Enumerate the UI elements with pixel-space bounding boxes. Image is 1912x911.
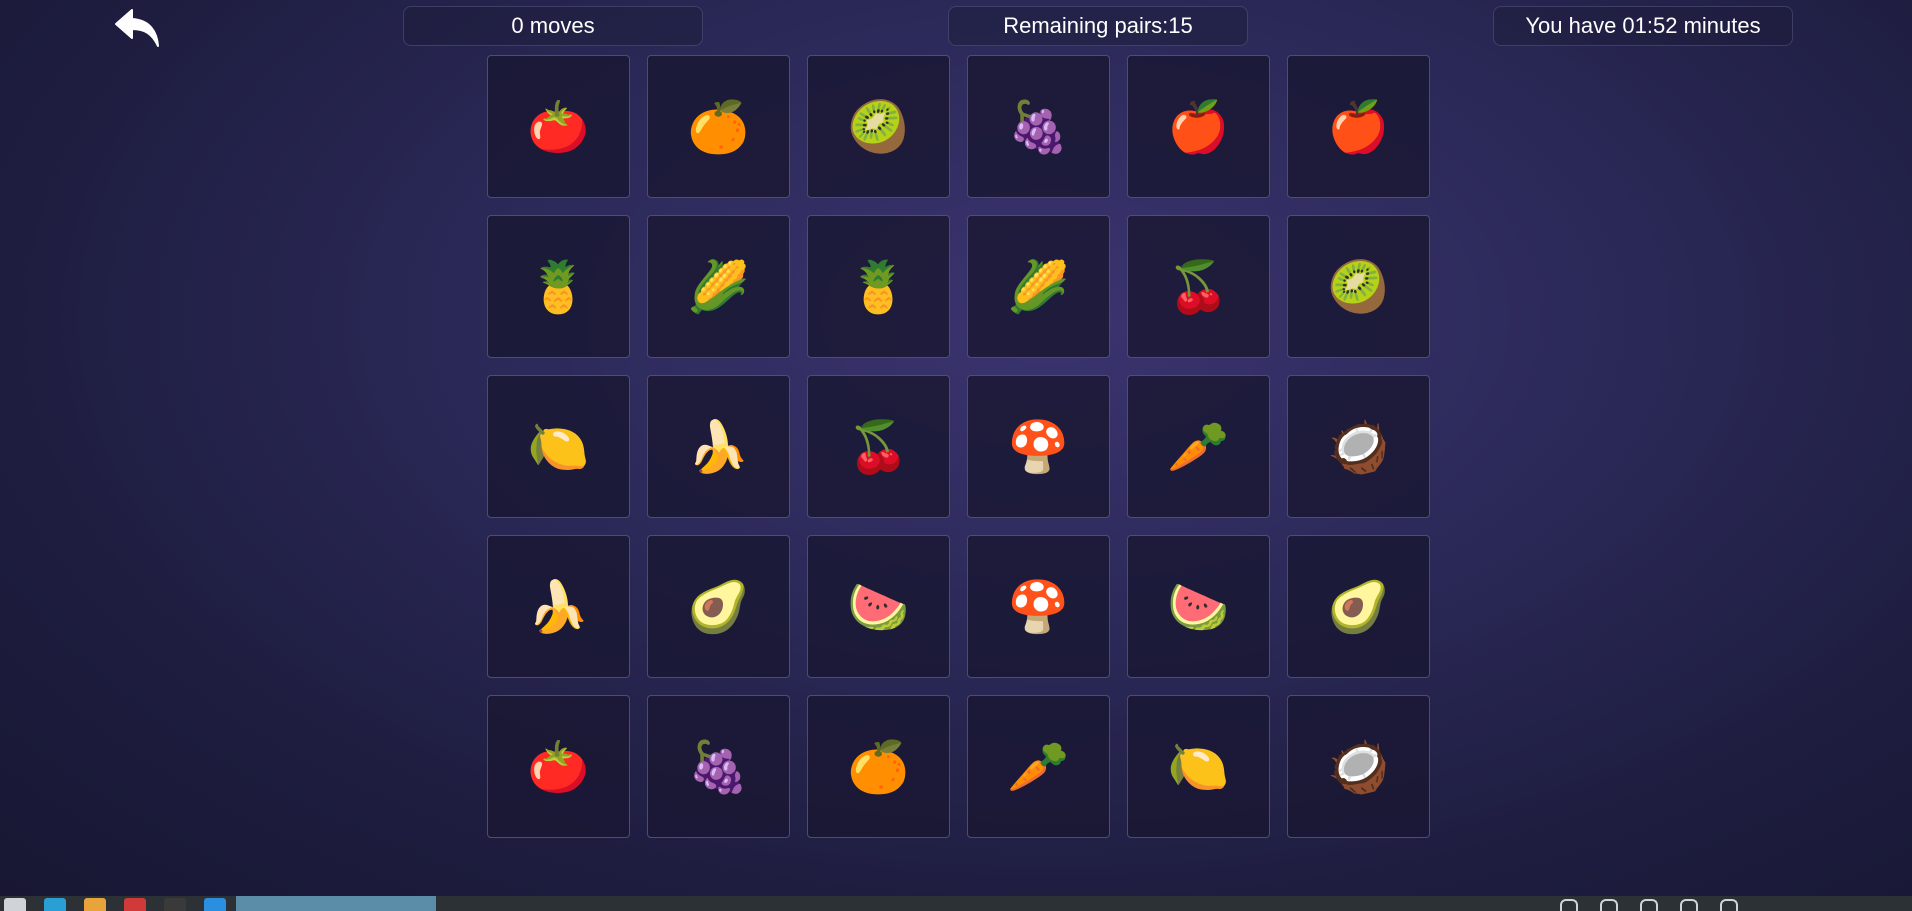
pineapple-icon: 🍍 <box>527 257 590 316</box>
avocado-icon: 🥑 <box>687 577 750 636</box>
coconut-icon: 🥥 <box>1327 737 1390 796</box>
avocado-icon: 🥑 <box>1327 577 1390 636</box>
card-carrot[interactable]: 🥕 <box>967 695 1110 838</box>
remaining-pairs-counter: Remaining pairs:15 <box>948 6 1248 46</box>
watermelon-icon: 🍉 <box>1167 577 1230 636</box>
grapes-icon: 🍇 <box>1007 97 1070 156</box>
apple-icon: 🍎 <box>1167 97 1230 156</box>
card-avocado[interactable]: 🥑 <box>647 535 790 678</box>
battery-icon[interactable] <box>1680 899 1698 911</box>
card-orange[interactable]: 🍊 <box>807 695 950 838</box>
card-kiwi[interactable]: 🥝 <box>1287 215 1430 358</box>
card-banana[interactable]: 🍌 <box>487 535 630 678</box>
card-tomato[interactable]: 🍅 <box>487 55 630 198</box>
grapes-icon: 🍇 <box>687 737 750 796</box>
tomato-icon: 🍅 <box>527 737 590 796</box>
banana-icon: 🍌 <box>527 577 590 636</box>
taskbar-task-active[interactable] <box>236 896 436 911</box>
card-coconut[interactable]: 🥥 <box>1287 695 1430 838</box>
card-avocado[interactable]: 🥑 <box>1287 535 1430 678</box>
terminal-icon[interactable] <box>164 898 186 911</box>
cherries-icon: 🍒 <box>1167 257 1230 316</box>
carrot-icon: 🥕 <box>1007 737 1070 796</box>
card-apple[interactable]: 🍎 <box>1287 55 1430 198</box>
apple-icon: 🍎 <box>1327 97 1390 156</box>
orange-icon: 🍊 <box>847 737 910 796</box>
taskbar-task[interactable] <box>640 896 820 911</box>
browser-icon[interactable] <box>44 898 66 911</box>
cherries-icon: 🍒 <box>847 417 910 476</box>
card-watermelon[interactable]: 🍉 <box>807 535 950 678</box>
mushroom-icon: 🍄 <box>1007 577 1070 636</box>
card-mushroom[interactable]: 🍄 <box>967 535 1110 678</box>
corn-icon: 🌽 <box>687 257 750 316</box>
corn-icon: 🌽 <box>1007 257 1070 316</box>
card-orange[interactable]: 🍊 <box>647 55 790 198</box>
kiwi-icon: 🥝 <box>1327 257 1390 316</box>
tomato-icon: 🍅 <box>527 97 590 156</box>
pineapple-icon: 🍍 <box>847 257 910 316</box>
kiwi-icon: 🥝 <box>847 97 910 156</box>
card-watermelon[interactable]: 🍉 <box>1127 535 1270 678</box>
card-pineapple[interactable]: 🍍 <box>487 215 630 358</box>
back-arrow-icon[interactable] <box>112 4 164 52</box>
card-corn[interactable]: 🌽 <box>967 215 1110 358</box>
card-apple[interactable]: 🍎 <box>1127 55 1270 198</box>
bluetooth-icon[interactable] <box>1600 899 1618 911</box>
lemon-icon: 🍋 <box>1167 737 1230 796</box>
timer-display: You have 01:52 minutes <box>1493 6 1793 46</box>
shield-icon[interactable] <box>1640 899 1658 911</box>
card-kiwi[interactable]: 🥝 <box>807 55 950 198</box>
app-icon[interactable] <box>124 898 146 911</box>
card-coconut[interactable]: 🥥 <box>1287 375 1430 518</box>
banana-icon: 🍌 <box>687 417 750 476</box>
folder-icon[interactable] <box>204 898 226 911</box>
taskbar-task[interactable] <box>440 896 620 911</box>
card-mushroom[interactable]: 🍄 <box>967 375 1110 518</box>
card-tomato[interactable]: 🍅 <box>487 695 630 838</box>
volume-icon[interactable] <box>1720 899 1738 911</box>
card-carrot[interactable]: 🥕 <box>1127 375 1270 518</box>
card-grapes[interactable]: 🍇 <box>647 695 790 838</box>
orange-icon: 🍊 <box>687 97 750 156</box>
card-lemon[interactable]: 🍋 <box>487 375 630 518</box>
moves-counter: 0 moves <box>403 6 703 46</box>
card-grapes[interactable]: 🍇 <box>967 55 1110 198</box>
mushroom-icon: 🍄 <box>1007 417 1070 476</box>
watermelon-icon: 🍉 <box>847 577 910 636</box>
carrot-icon: 🥕 <box>1167 417 1230 476</box>
card-pineapple[interactable]: 🍍 <box>807 215 950 358</box>
taskbar <box>0 896 1912 911</box>
card-grid: 🍅 🍊 🥝 🍇 🍎 🍎 🍍 🌽 🍍 🌽 🍒 🥝 🍋 🍌 🍒 🍄 🥕 🥥 🍌 🥑 🍉 🍄 🍉 🥑 🍅 🍇 🍊 🥕 🍋 🥥 <box>487 55 1430 838</box>
app-menu-icon[interactable] <box>4 898 26 911</box>
file-manager-icon[interactable] <box>84 898 106 911</box>
card-banana[interactable]: 🍌 <box>647 375 790 518</box>
coconut-icon: 🥥 <box>1327 417 1390 476</box>
network-icon[interactable] <box>1560 899 1578 911</box>
card-cherries[interactable]: 🍒 <box>807 375 950 518</box>
card-lemon[interactable]: 🍋 <box>1127 695 1270 838</box>
lemon-icon: 🍋 <box>527 417 590 476</box>
card-cherries[interactable]: 🍒 <box>1127 215 1270 358</box>
card-corn[interactable]: 🌽 <box>647 215 790 358</box>
